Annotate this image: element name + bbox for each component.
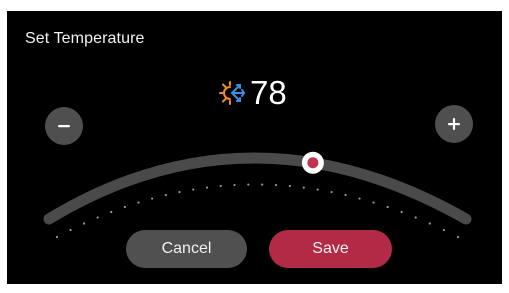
dial-tick — [205, 186, 209, 189]
dial-tick — [164, 193, 167, 197]
dial-tick — [288, 184, 291, 188]
dial-tick — [386, 205, 389, 209]
dial-tick — [110, 210, 113, 214]
dial-tick — [233, 183, 236, 187]
dial-tick — [414, 216, 417, 219]
dial-tick — [137, 201, 140, 204]
dial-tick — [192, 188, 195, 191]
dial-tick — [69, 228, 72, 232]
save-button[interactable]: Save — [269, 230, 392, 268]
dial-tick — [372, 201, 375, 204]
dial-tick — [428, 222, 431, 225]
dial-tick — [274, 183, 278, 187]
cancel-button[interactable]: Cancel — [126, 230, 247, 268]
dial-tick — [456, 235, 460, 239]
dial-tick — [344, 193, 347, 197]
dial-tick — [442, 228, 445, 232]
dial-tick — [151, 197, 154, 200]
dial-tick — [358, 197, 361, 200]
set-temperature-dialog: Set Temperature 78 Cancel Save — [7, 11, 502, 284]
dial-tick — [219, 184, 222, 188]
dial-tick — [82, 222, 86, 225]
dial-thumb-dot — [307, 157, 319, 169]
dial-tick — [123, 205, 126, 209]
dial-tick — [302, 186, 305, 189]
dial-tick — [96, 216, 99, 219]
temperature-dial[interactable] — [7, 11, 502, 284]
dial-tick — [261, 183, 264, 186]
dial-tick — [247, 183, 250, 186]
dial-tick — [55, 235, 59, 239]
dial-tick — [400, 210, 403, 214]
dial-track[interactable] — [43, 152, 472, 225]
dial-tick — [178, 190, 181, 194]
dial-tick — [330, 190, 333, 194]
dial-tick — [316, 188, 319, 191]
